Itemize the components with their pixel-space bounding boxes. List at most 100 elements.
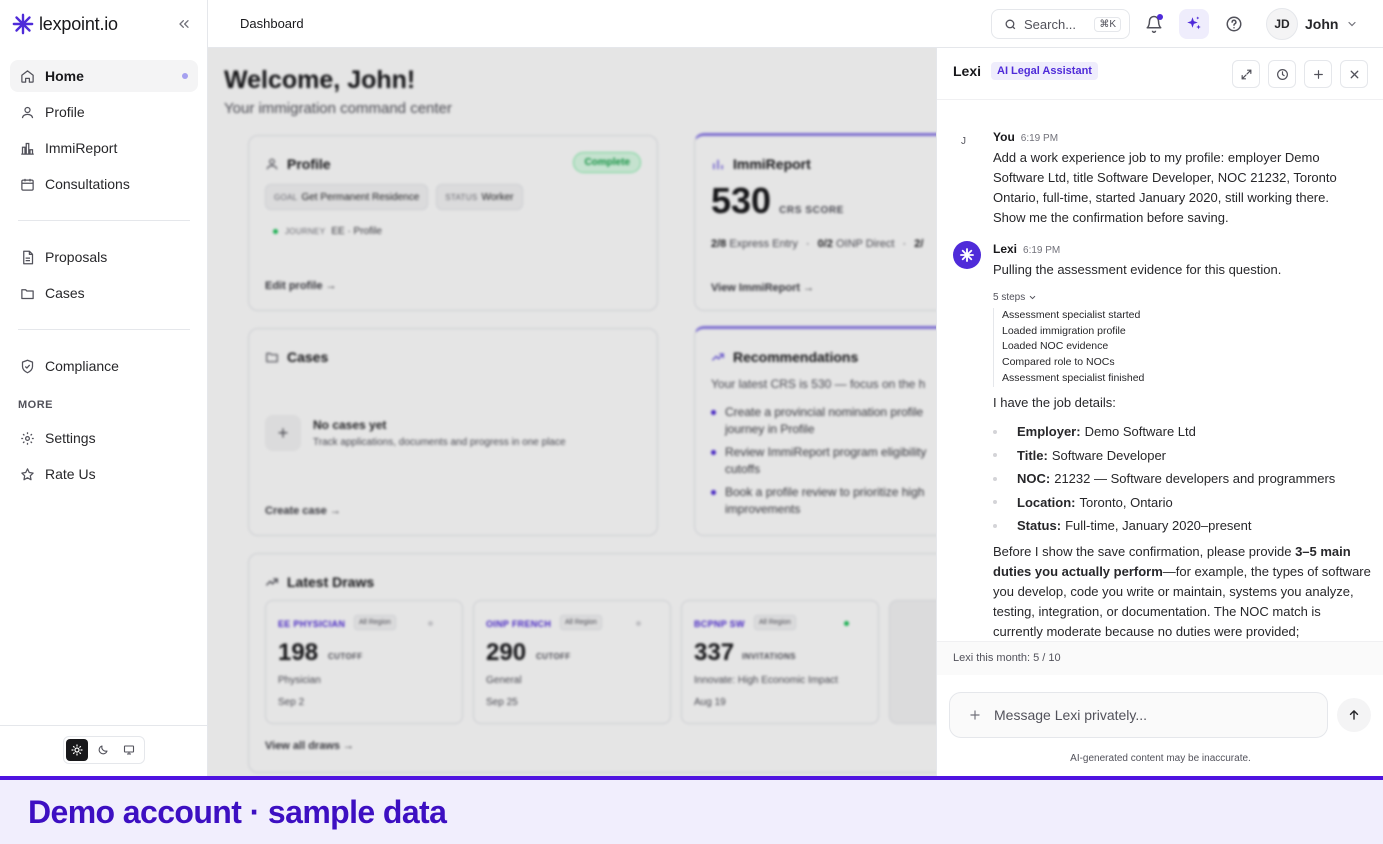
sidebar: lexpoint.io Home Profile ImmiReport Cons…: [0, 0, 208, 776]
search-button[interactable]: Search... ⌘K: [991, 9, 1130, 39]
chat-thread[interactable]: J You 6:19 PM Add a work experience job t…: [937, 100, 1383, 641]
message-line: Show me the confirmation before saving.: [993, 210, 1229, 225]
detail-value: Toronto, Ontario: [1079, 494, 1173, 510]
sidebar-item-compliance[interactable]: Compliance: [10, 350, 198, 382]
gear-icon: [21, 431, 34, 445]
home-icon: [21, 69, 34, 83]
detail-item: Employer: Demo Software Ltd: [993, 420, 1373, 444]
compliance-nav: Compliance: [10, 350, 198, 386]
demo-banner-text: Demo account · sample data: [28, 794, 447, 830]
steps-toggle[interactable]: 5 steps: [993, 292, 1037, 303]
message-line: Ontario, full-time, started January 2020…: [993, 190, 1329, 205]
user-message-text: Add a work experience job to my profile:…: [993, 148, 1378, 228]
sidebar-item-cases[interactable]: Cases: [10, 277, 198, 309]
chevron-down-icon: [1030, 295, 1036, 300]
user-icon: [21, 106, 34, 118]
message-author: You: [993, 130, 1015, 144]
send-button[interactable]: [1337, 698, 1371, 732]
detail-item: Status: Full-time, January 2020–present: [993, 514, 1373, 538]
sidebar-item-label: Rate Us: [45, 466, 96, 482]
theme-toggle: [63, 736, 145, 764]
new-chat-button[interactable]: [1304, 60, 1332, 88]
detail-value: 21232 — Software developers and programm…: [1054, 471, 1336, 486]
active-dot: [182, 73, 188, 79]
collapse-sidebar-icon[interactable]: [176, 16, 192, 32]
detail-item: Location: Toronto, Ontario: [993, 491, 1373, 515]
step-item: Loaded immigration profile: [1002, 324, 1126, 337]
sidebar-item-label: ImmiReport: [45, 140, 118, 156]
help-button[interactable]: [1219, 9, 1249, 39]
app-root: lexpoint.io Home Profile ImmiReport Cons…: [0, 0, 1383, 844]
sun-icon: [71, 744, 83, 756]
assistant-badge: AI Legal Assistant: [991, 62, 1098, 80]
lexi-message-header: Lexi 6:19 PM: [993, 240, 1060, 258]
sidebar-footer: [0, 725, 208, 776]
chevron-down-icon[interactable]: [1346, 18, 1358, 30]
notifications-button[interactable]: [1139, 9, 1169, 39]
help-circle-icon: [1226, 16, 1242, 32]
shield-check-icon: [21, 359, 34, 373]
message-composer[interactable]: Message Lexi privately...: [949, 692, 1328, 738]
asterisk-icon: [960, 248, 974, 262]
monitor-icon: [123, 745, 135, 755]
brand-name: lexpoint.io: [39, 13, 118, 34]
dark-theme-button[interactable]: [92, 739, 114, 761]
detail-key: Title:: [1017, 447, 1048, 463]
sidebar-item-proposals[interactable]: Proposals: [10, 241, 198, 273]
sidebar-item-home[interactable]: Home: [10, 60, 198, 92]
primary-nav: Home Profile ImmiReport Consultations: [10, 60, 198, 204]
lexi-chat-panel: Lexi AI Legal Assistant J You 6:19 PM Add: [936, 48, 1383, 776]
plus-icon[interactable]: [968, 708, 982, 722]
steps-list: Assessment specialist started Loaded imm…: [993, 308, 1144, 387]
moon-icon: [98, 745, 108, 755]
calendar-icon: [21, 178, 34, 191]
user-name[interactable]: John: [1305, 16, 1338, 32]
folder-icon: [21, 288, 34, 299]
lexi-intro-text: Pulling the assessment evidence for this…: [993, 262, 1282, 277]
sidebar-item-label: Proposals: [45, 249, 108, 265]
sidebar-item-label: Compliance: [45, 358, 119, 374]
document-icon: [23, 250, 34, 264]
notification-dot: [1157, 14, 1163, 20]
details-intro: I have the job details:: [993, 395, 1116, 410]
expand-button[interactable]: [1232, 60, 1260, 88]
sidebar-item-label: Settings: [45, 430, 96, 446]
user-message-header: You 6:19 PM: [993, 128, 1058, 146]
top-header: Dashboard Search... ⌘K JD John: [208, 0, 1383, 48]
message-line: Software Ltd, title Software Developer, …: [993, 170, 1337, 185]
sidebar-item-rate-us[interactable]: Rate Us: [10, 458, 198, 490]
dashboard-main: Welcome, John! Your immigration command …: [208, 48, 936, 776]
detail-key: Status:: [1017, 518, 1062, 533]
sidebar-item-immireport[interactable]: ImmiReport: [10, 132, 198, 164]
lexi-avatar: [953, 241, 981, 269]
panel-title: Lexi: [953, 63, 982, 79]
search-label: Search...: [1024, 16, 1077, 32]
brand-logo[interactable]: lexpoint.io: [12, 12, 118, 36]
light-theme-button[interactable]: [66, 739, 88, 761]
detail-item: NOC: 21232 — Software developers and prog…: [993, 467, 1373, 491]
sidebar-item-profile[interactable]: Profile: [10, 96, 198, 128]
message-time: 6:19 PM: [1023, 245, 1061, 256]
detail-value: Full-time, January 2020–present: [1065, 518, 1252, 533]
detail-key: Employer:: [1017, 424, 1081, 439]
close-icon: [1350, 70, 1358, 78]
detail-item: Title: Software Developer: [993, 444, 1373, 468]
page-title: Dashboard: [240, 16, 304, 31]
plus-icon: [1313, 69, 1323, 79]
more-nav: Settings Rate Us: [10, 422, 198, 494]
user-message-avatar: J: [961, 136, 966, 147]
demo-banner: Demo account · sample data: [0, 776, 1383, 844]
system-theme-button[interactable]: [118, 739, 140, 761]
sidebar-item-settings[interactable]: Settings: [10, 422, 198, 454]
modal-overlay[interactable]: [208, 48, 936, 776]
history-button[interactable]: [1268, 60, 1296, 88]
arrow-up-icon: [1349, 710, 1359, 720]
detail-value: Demo Software Ltd: [1084, 424, 1196, 439]
step-item: Assessment specialist started: [1002, 309, 1141, 321]
panel-header: Lexi AI Legal Assistant: [937, 48, 1383, 100]
close-panel-button[interactable]: [1340, 60, 1368, 88]
sidebar-item-consultations[interactable]: Consultations: [10, 168, 198, 200]
user-avatar[interactable]: JD: [1266, 8, 1298, 40]
usage-counter: Lexi this month: 5 / 10: [937, 641, 1383, 675]
ai-assistant-button[interactable]: [1179, 9, 1209, 39]
